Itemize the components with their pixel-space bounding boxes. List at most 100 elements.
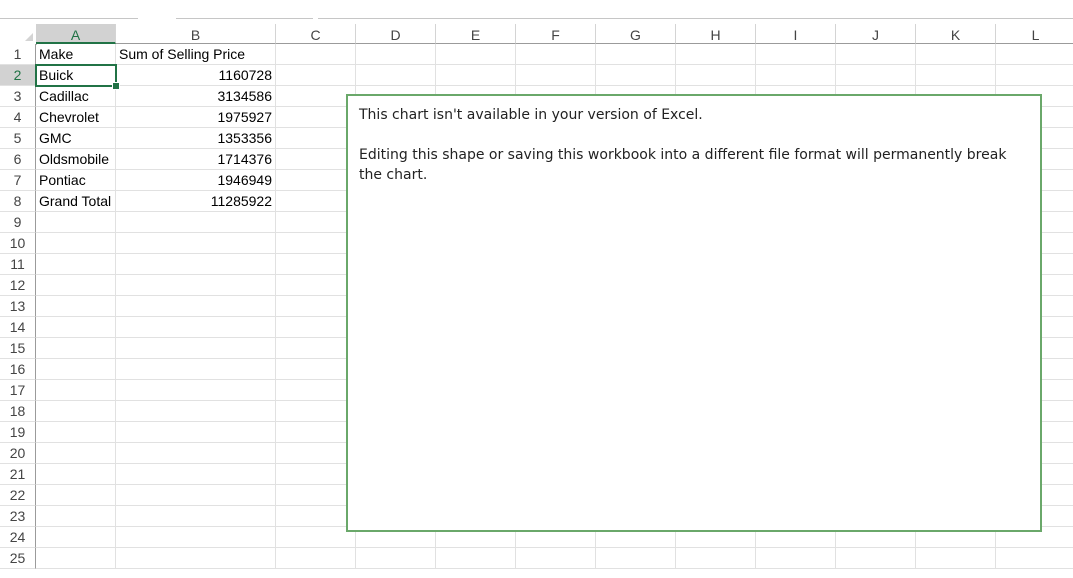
cell-c17[interactable] [276, 380, 356, 401]
cell-b9[interactable] [116, 212, 276, 233]
cell-b12[interactable] [116, 275, 276, 296]
cell-c8[interactable] [276, 191, 356, 212]
cell-g25[interactable] [596, 548, 676, 569]
cell-b8[interactable]: 11285922 [116, 191, 276, 212]
cell-a23[interactable] [36, 506, 116, 527]
cell-b3[interactable]: 3134586 [116, 86, 276, 107]
cell-j25[interactable] [836, 548, 916, 569]
cell-a7[interactable]: Pontiac [36, 170, 116, 191]
cell-c10[interactable] [276, 233, 356, 254]
cell-c5[interactable] [276, 128, 356, 149]
cell-d25[interactable] [356, 548, 436, 569]
row-header-14[interactable]: 14 [0, 317, 36, 338]
cell-h25[interactable] [676, 548, 756, 569]
cell-a6[interactable]: Oldsmobile [36, 149, 116, 170]
column-header-d[interactable]: D [356, 24, 436, 44]
cell-b21[interactable] [116, 464, 276, 485]
cell-i1[interactable] [756, 44, 836, 65]
cell-b16[interactable] [116, 359, 276, 380]
fill-handle[interactable] [112, 82, 120, 90]
row-header-5[interactable]: 5 [0, 128, 36, 149]
cell-b6[interactable]: 1714376 [116, 149, 276, 170]
cell-b10[interactable] [116, 233, 276, 254]
cell-a9[interactable] [36, 212, 116, 233]
cell-l25[interactable] [996, 548, 1073, 569]
cell-b13[interactable] [116, 296, 276, 317]
cell-c12[interactable] [276, 275, 356, 296]
cell-f1[interactable] [516, 44, 596, 65]
row-header-4[interactable]: 4 [0, 107, 36, 128]
column-header-a[interactable]: A [36, 24, 116, 44]
cell-b2[interactable]: 1160728 [116, 65, 276, 86]
cell-a4[interactable]: Chevrolet [36, 107, 116, 128]
cell-a10[interactable] [36, 233, 116, 254]
cell-b24[interactable] [116, 527, 276, 548]
cell-c19[interactable] [276, 422, 356, 443]
cell-c18[interactable] [276, 401, 356, 422]
row-header-9[interactable]: 9 [0, 212, 36, 233]
row-header-25[interactable]: 25 [0, 548, 36, 569]
cell-b19[interactable] [116, 422, 276, 443]
cell-a20[interactable] [36, 443, 116, 464]
cell-c20[interactable] [276, 443, 356, 464]
column-header-k[interactable]: K [916, 24, 996, 44]
cell-b20[interactable] [116, 443, 276, 464]
cell-f2[interactable] [516, 65, 596, 86]
select-all-corner[interactable] [0, 24, 37, 45]
column-header-g[interactable]: G [596, 24, 676, 44]
formula-buttons[interactable] [176, 4, 313, 19]
row-header-17[interactable]: 17 [0, 380, 36, 401]
cell-c23[interactable] [276, 506, 356, 527]
cell-c7[interactable] [276, 170, 356, 191]
row-header-13[interactable]: 13 [0, 296, 36, 317]
row-header-6[interactable]: 6 [0, 149, 36, 170]
cell-a17[interactable] [36, 380, 116, 401]
row-header-20[interactable]: 20 [0, 443, 36, 464]
cell-b1[interactable]: Sum of Selling Price [116, 44, 276, 65]
cell-a11[interactable] [36, 254, 116, 275]
column-header-i[interactable]: I [756, 24, 836, 44]
row-header-16[interactable]: 16 [0, 359, 36, 380]
cell-j2[interactable] [836, 65, 916, 86]
cell-c13[interactable] [276, 296, 356, 317]
cell-a16[interactable] [36, 359, 116, 380]
cell-j1[interactable] [836, 44, 916, 65]
cell-l2[interactable] [996, 65, 1073, 86]
row-header-19[interactable]: 19 [0, 422, 36, 443]
row-header-2[interactable]: 2 [0, 65, 36, 86]
cell-c22[interactable] [276, 485, 356, 506]
cell-a25[interactable] [36, 548, 116, 569]
row-header-10[interactable]: 10 [0, 233, 36, 254]
cell-k25[interactable] [916, 548, 996, 569]
column-header-b[interactable]: B [116, 24, 276, 44]
column-header-j[interactable]: J [836, 24, 916, 44]
cell-c14[interactable] [276, 317, 356, 338]
cell-b23[interactable] [116, 506, 276, 527]
cell-b5[interactable]: 1353356 [116, 128, 276, 149]
cell-e2[interactable] [436, 65, 516, 86]
row-header-3[interactable]: 3 [0, 86, 36, 107]
cell-b7[interactable]: 1946949 [116, 170, 276, 191]
column-header-h[interactable]: H [676, 24, 756, 44]
cell-c2[interactable] [276, 65, 356, 86]
cell-i25[interactable] [756, 548, 836, 569]
name-box[interactable] [0, 4, 138, 19]
formula-input[interactable] [318, 4, 1073, 19]
cell-b15[interactable] [116, 338, 276, 359]
column-header-e[interactable]: E [436, 24, 516, 44]
cell-a5[interactable]: GMC [36, 128, 116, 149]
cell-b4[interactable]: 1975927 [116, 107, 276, 128]
cell-b18[interactable] [116, 401, 276, 422]
cell-c6[interactable] [276, 149, 356, 170]
cell-a13[interactable] [36, 296, 116, 317]
row-header-22[interactable]: 22 [0, 485, 36, 506]
cell-a15[interactable] [36, 338, 116, 359]
cell-a21[interactable] [36, 464, 116, 485]
cell-h1[interactable] [676, 44, 756, 65]
cell-k2[interactable] [916, 65, 996, 86]
cell-c24[interactable] [276, 527, 356, 548]
cell-a2[interactable]: Buick [36, 65, 116, 86]
cell-a3[interactable]: Cadillac [36, 86, 116, 107]
row-header-24[interactable]: 24 [0, 527, 36, 548]
column-header-c[interactable]: C [276, 24, 356, 44]
